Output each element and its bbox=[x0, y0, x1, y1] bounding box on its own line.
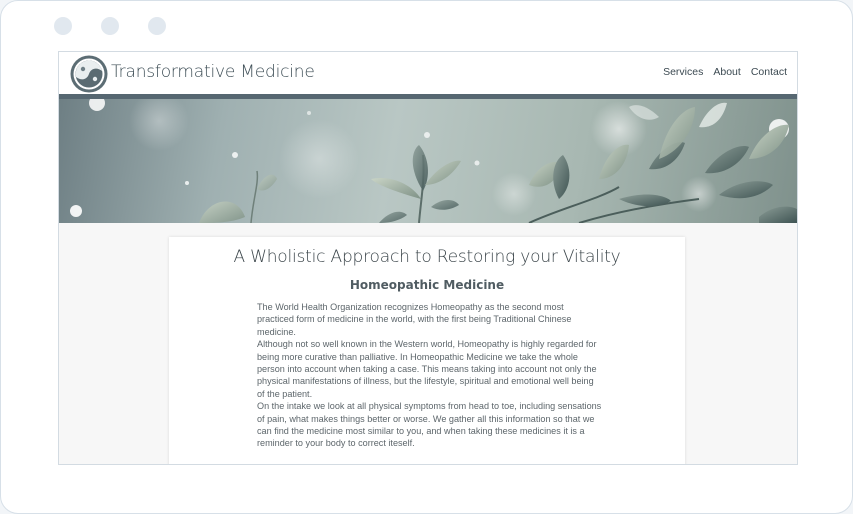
paragraph: The World Health Organization recognizes… bbox=[257, 302, 572, 337]
nav-link-services[interactable]: Services bbox=[663, 66, 703, 78]
paragraph: On the intake we look at all physical sy… bbox=[257, 401, 602, 449]
content-card: A Wholistic Approach to Restoring your V… bbox=[169, 237, 685, 464]
section-subtitle: Homeopathic Medicine bbox=[349, 278, 505, 292]
nav-link-contact[interactable]: Contact bbox=[751, 66, 787, 78]
paragraph: Although not so well known in the Wester… bbox=[257, 339, 597, 399]
article-body: The World Health Organization recognizes… bbox=[257, 301, 602, 450]
swirl-logo-icon[interactable] bbox=[69, 54, 109, 94]
hero-banner-image bbox=[59, 99, 797, 223]
browser-window: Transformative Medicine Services About C… bbox=[0, 0, 853, 514]
window-dot-icon[interactable] bbox=[101, 17, 119, 35]
main-nav: Services About Contact bbox=[663, 66, 787, 78]
page-viewport: Transformative Medicine Services About C… bbox=[58, 51, 798, 465]
page-title: A Wholistic Approach to Restoring your V… bbox=[233, 247, 621, 267]
nav-link-about[interactable]: About bbox=[713, 66, 740, 78]
content-section: A Wholistic Approach to Restoring your V… bbox=[59, 223, 797, 464]
site-header: Transformative Medicine Services About C… bbox=[59, 52, 797, 94]
leaves-illustration bbox=[70, 99, 797, 223]
window-dot-icon[interactable] bbox=[54, 17, 72, 35]
window-dot-icon[interactable] bbox=[148, 17, 166, 35]
site-brand-name[interactable]: Transformative Medicine bbox=[111, 62, 315, 82]
